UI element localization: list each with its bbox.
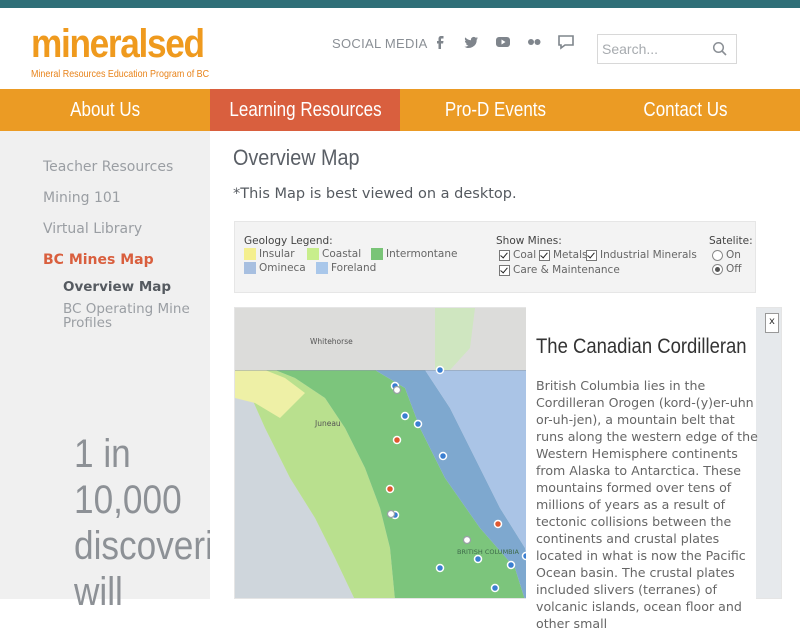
omineca-swatch [244, 262, 256, 274]
info-text: British Columbia lies in the Cordilleran… [536, 378, 758, 631]
site-logo[interactable]: mineralsed Mineral Resources Education P… [31, 22, 221, 82]
mines-industrial-checkbox[interactable]: Industrial Minerals [586, 249, 697, 261]
map-label-whitehorse: Whitehorse [310, 337, 353, 346]
search-icon[interactable] [712, 41, 728, 57]
checkbox-care-maintenance[interactable] [499, 264, 510, 276]
info-title: The Canadian Cordilleran [536, 335, 747, 358]
facebook-icon[interactable] [430, 32, 450, 52]
close-info-button[interactable]: x [765, 313, 779, 333]
checkbox-coal[interactable] [499, 249, 510, 261]
sidebar-item-mining-101[interactable]: Mining 101 [43, 190, 121, 206]
checkbox-industrial-minerals[interactable] [586, 249, 597, 261]
map-label-juneau: Juneau [314, 419, 341, 428]
desktop-note: *This Map is best viewed on a desktop. [233, 186, 517, 202]
show-mines-heading: Show Mines: [496, 235, 562, 247]
sidebar: Teacher Resources Mining 101 Virtual Lib… [0, 131, 250, 614]
search-input[interactable] [602, 39, 710, 59]
mines-care-checkbox[interactable]: Care & Maintenance [499, 264, 620, 276]
insular-swatch [244, 248, 256, 260]
sidebar-item-bc-mines-map[interactable]: BC Mines Map [43, 252, 154, 268]
mines-metals-checkbox[interactable]: Metals [539, 249, 587, 261]
social-media-label: SOCIAL MEDIA [332, 36, 428, 51]
nav-pro-d-events[interactable]: Pro-D Events [400, 89, 590, 131]
chat-icon[interactable] [556, 32, 576, 52]
main-nav: About Us Learning Resources Pro-D Events… [0, 89, 800, 131]
geology-legend-heading: Geology Legend: [244, 235, 333, 247]
map-label-bc: BRITISH COLUMBIA [457, 548, 520, 556]
twitter-icon[interactable] [461, 32, 481, 52]
legend-omineca: Omineca [244, 262, 306, 274]
legend-coastal: Coastal [307, 248, 361, 260]
info-panel: The Canadian Cordilleran British Columbi… [526, 307, 758, 631]
radio-on[interactable] [712, 249, 723, 261]
radio-off[interactable] [712, 263, 723, 275]
main-content: Overview Map *This Map is best viewed on… [210, 131, 800, 631]
intermontane-swatch [371, 248, 383, 260]
promo-line: will [74, 570, 123, 614]
legend-insular: Insular [244, 248, 295, 260]
nav-about-us[interactable]: About Us [0, 89, 210, 131]
legend-foreland: Foreland [316, 262, 376, 274]
coastal-swatch [307, 248, 319, 260]
sidebar-item-virtual-library[interactable]: Virtual Library [43, 221, 142, 237]
top-accent-bar [0, 0, 800, 8]
map-legend: Geology Legend: Insular Coastal Intermon… [234, 221, 756, 293]
checkbox-metals[interactable] [539, 249, 550, 261]
satellite-on-radio[interactable]: On [712, 249, 741, 261]
satellite-heading: Satelite: [709, 235, 753, 247]
promo-line: 1 in [74, 432, 131, 476]
sidebar-subitem-overview-map[interactable]: Overview Map [63, 280, 171, 294]
logo-tagline: Mineral Resources Education Program of B… [31, 68, 210, 80]
logo-wordmark: mineralsed [31, 22, 205, 66]
promo-line: discoveries [74, 524, 251, 568]
promo-text: 1 in 10,000 discoveries will [74, 431, 251, 615]
nav-contact-us[interactable]: Contact Us [590, 89, 780, 131]
flickr-icon[interactable] [524, 32, 544, 52]
sidebar-subitem-operating-mine-profiles[interactable]: BC Operating Mine Profiles [63, 302, 198, 330]
promo-line: 10,000 [74, 478, 182, 522]
site-header: mineralsed Mineral Resources Education P… [0, 8, 800, 89]
satellite-off-radio[interactable]: Off [712, 263, 742, 275]
foreland-swatch [316, 262, 328, 274]
sidebar-item-teacher-resources[interactable]: Teacher Resources [43, 159, 173, 175]
page-title: Overview Map [233, 145, 360, 170]
search-box[interactable] [597, 34, 737, 64]
nav-learning-resources[interactable]: Learning Resources [210, 89, 400, 131]
mines-coal-checkbox[interactable]: Coal [499, 249, 536, 261]
legend-intermontane: Intermontane [371, 248, 457, 260]
youtube-icon[interactable] [493, 32, 513, 52]
